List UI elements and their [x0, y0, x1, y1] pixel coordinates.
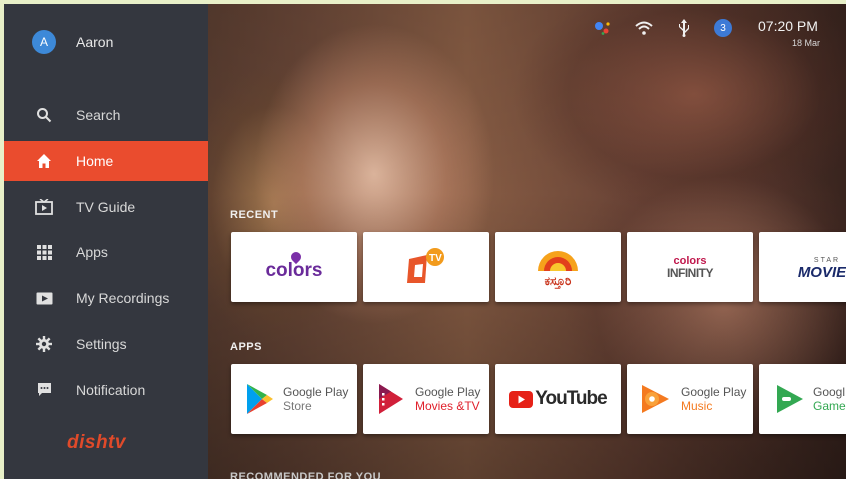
app-card-youtube[interactable]: YouTube: [495, 364, 621, 434]
sidebar-item-label: Apps: [76, 244, 108, 261]
youtube-play-icon: [509, 390, 534, 408]
channel-card-kasthuri[interactable]: ಕಸ್ತೂರಿ: [495, 232, 621, 302]
google-assistant-icon[interactable]: [594, 20, 612, 41]
google-play-store-icon: [247, 384, 273, 414]
sidebar-item-label: Settings: [76, 335, 127, 352]
sidebar-item-settings[interactable]: Settings: [4, 324, 208, 364]
sidebar-item-label: Notification: [76, 381, 146, 398]
app-card-google-play-store[interactable]: Google Play Store: [231, 364, 357, 434]
tv-home-screen: A Aaron Search Home TV Guide Apps My Rec…: [4, 4, 846, 479]
usb-icon: [677, 19, 691, 42]
sidebar-item-search[interactable]: Search: [4, 95, 208, 135]
home-icon: [34, 151, 54, 171]
channel-card-colors-infinity[interactable]: colors INFINITY: [627, 232, 753, 302]
tv-guide-icon: [34, 197, 54, 217]
sidebar-item-label: TV Guide: [76, 198, 136, 215]
channel-card-colors[interactable]: colors: [231, 232, 357, 302]
avatar: A: [32, 30, 56, 54]
channel-card-star-movies[interactable]: STAR MOVIES: [759, 232, 846, 302]
sidebar-item-home[interactable]: Home: [4, 140, 208, 181]
notification-icon: [34, 380, 54, 400]
profile-button[interactable]: A Aaron: [32, 30, 113, 54]
app-card-google-play-games[interactable]: Googl Games: [759, 364, 846, 434]
recordings-icon: [34, 288, 54, 308]
recommended-row-title: RECOMMENDED FOR YOU: [230, 471, 382, 479]
sidebar-item-tv-guide[interactable]: TV Guide: [4, 187, 208, 227]
google-play-movies-icon: [379, 384, 403, 414]
sidebar-item-label: Search: [76, 107, 121, 123]
youtube-logo-text: YouTube: [535, 388, 607, 409]
recent-row-title: RECENT: [230, 209, 279, 221]
kasthuri-sun-logo: [538, 251, 578, 271]
channel-card-tv[interactable]: TV: [363, 232, 489, 302]
colors-logo-text: colors: [265, 260, 323, 281]
channel-tv-logo: TV: [407, 248, 444, 283]
profile-name: Aaron: [76, 34, 114, 50]
app-card-google-play-movies[interactable]: Google Play Movies &TV: [363, 364, 489, 434]
clock-time: 07:20 PM: [758, 18, 818, 34]
clock-date: 18 Mar: [792, 38, 821, 48]
sidebar-nav: Search Home TV Guide Apps My Recordings …: [4, 95, 208, 416]
sidebar-item-apps[interactable]: Apps: [4, 232, 208, 272]
google-play-games-icon: [777, 385, 803, 413]
search-icon: [34, 105, 54, 125]
sidebar-item-my-recordings[interactable]: My Recordings: [4, 278, 208, 318]
apps-grid-icon: [34, 242, 54, 262]
dishtv-logo: dishtv: [67, 432, 126, 453]
app-card-google-play-music[interactable]: Google Play Music: [627, 364, 753, 434]
sidebar-item-notification[interactable]: Notification: [4, 370, 208, 410]
kasthuri-logo-text: ಕಸ್ತೂರಿ: [544, 274, 572, 288]
sidebar-item-label: Home: [76, 152, 114, 169]
notification-count-badge[interactable]: 3: [714, 19, 732, 37]
sidebar-item-label: My Recordings: [76, 290, 170, 307]
settings-gear-icon: [34, 334, 54, 354]
google-play-music-icon: [642, 385, 669, 413]
wifi-icon: [635, 21, 653, 40]
svg-text:TV: TV: [429, 253, 442, 264]
apps-row-title: APPS: [230, 341, 262, 353]
sidebar: A Aaron Search Home TV Guide Apps My Rec…: [4, 4, 208, 479]
